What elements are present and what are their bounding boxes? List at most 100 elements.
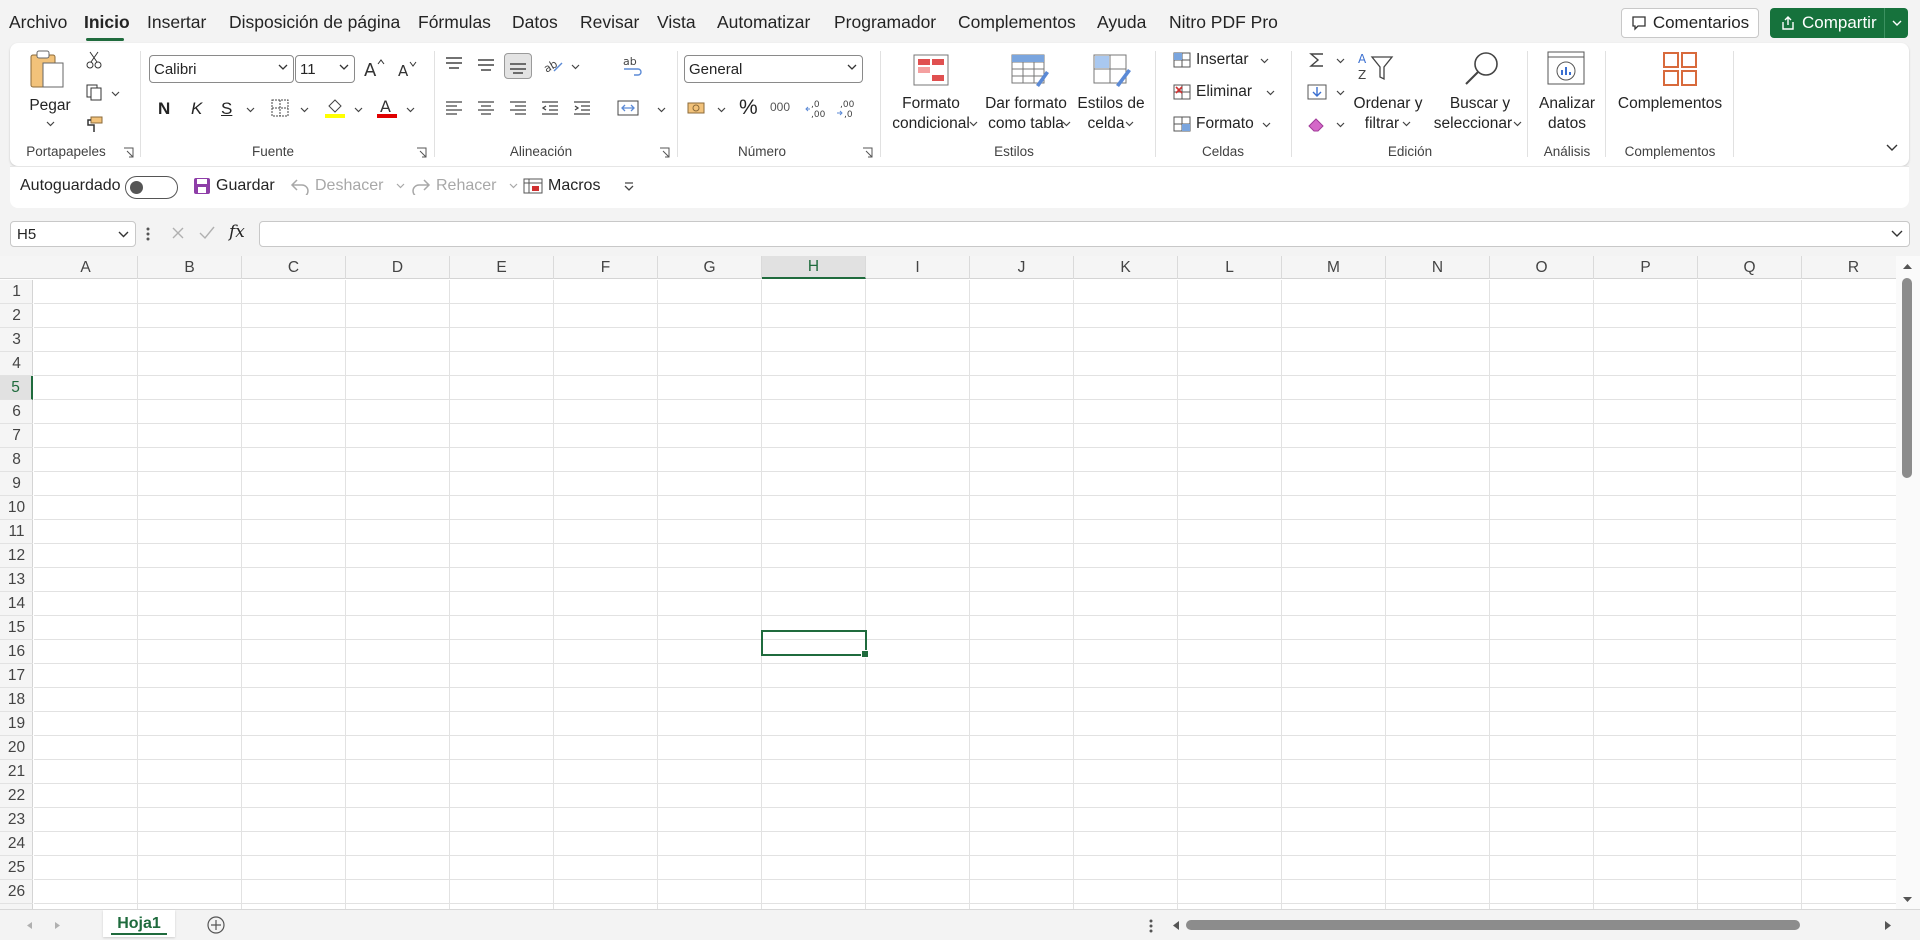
row-header[interactable]: 22 <box>0 784 33 808</box>
column-header[interactable]: H <box>762 256 866 279</box>
row-header[interactable]: 26 <box>0 880 33 904</box>
align-top-icon[interactable] <box>444 55 464 73</box>
chevron-down-icon[interactable] <box>1336 58 1345 64</box>
chevron-down-icon[interactable] <box>1336 90 1345 96</box>
conditional-format-line2[interactable]: condicional <box>892 114 970 133</box>
dialog-launcher-icon[interactable] <box>416 147 427 158</box>
chevron-down-icon[interactable] <box>1402 121 1411 127</box>
menu-archivo[interactable]: Archivo <box>9 12 67 33</box>
insert-function-button[interactable]: fx <box>229 222 245 242</box>
customize-qat-icon[interactable] <box>623 181 635 193</box>
row-header[interactable]: 8 <box>0 448 33 472</box>
menu-nitro[interactable]: Nitro PDF Pro <box>1169 12 1278 33</box>
column-header[interactable]: R <box>1802 256 1906 279</box>
row-header[interactable]: 23 <box>0 808 33 832</box>
chevron-down-icon[interactable] <box>246 107 255 113</box>
horizontal-scroll-thumb[interactable] <box>1186 920 1800 930</box>
thousands-button[interactable]: 000 <box>770 100 790 114</box>
row-header[interactable]: 19 <box>0 712 33 736</box>
formula-input[interactable] <box>259 221 1910 247</box>
merge-center-icon[interactable] <box>617 99 639 117</box>
chevron-down-icon[interactable] <box>717 107 726 113</box>
increase-decimal-icon[interactable]: ,0,00 <box>805 97 829 119</box>
addins-icon[interactable] <box>1661 50 1699 88</box>
menu-inicio[interactable]: Inicio <box>84 12 130 33</box>
column-header[interactable]: D <box>346 256 450 279</box>
row-header[interactable]: 5 <box>0 376 33 400</box>
scroll-up-icon[interactable] <box>1902 262 1913 270</box>
scroll-down-icon[interactable] <box>1902 896 1913 904</box>
column-header[interactable]: A <box>34 256 138 279</box>
share-button[interactable]: Compartir <box>1770 8 1908 38</box>
analyze-data-icon[interactable] <box>1545 49 1587 89</box>
chevron-down-icon[interactable] <box>1513 121 1522 127</box>
row-header[interactable]: 16 <box>0 640 33 664</box>
copy-icon[interactable] <box>85 83 103 101</box>
font-color-icon[interactable]: A <box>376 97 398 119</box>
chevron-down-icon[interactable] <box>1266 90 1275 96</box>
wrap-text-icon[interactable]: ab <box>621 55 643 77</box>
cancel-entry-icon[interactable] <box>170 225 186 241</box>
increase-indent-icon[interactable] <box>572 99 592 117</box>
row-header[interactable]: 2 <box>0 304 33 328</box>
macros-button[interactable]: Macros <box>523 177 600 195</box>
decrease-font-icon[interactable]: A <box>397 60 417 78</box>
chevron-down-icon[interactable] <box>111 91 120 97</box>
sort-filter-icon[interactable]: AZ <box>1356 51 1396 87</box>
align-right-icon[interactable] <box>508 99 528 117</box>
format-cells-icon[interactable] <box>1172 115 1192 133</box>
scroll-left-icon[interactable] <box>1172 920 1180 931</box>
column-header[interactable]: M <box>1282 256 1386 279</box>
bold-button[interactable]: N <box>158 99 170 119</box>
row-header[interactable]: 21 <box>0 760 33 784</box>
save-button[interactable]: Guardar <box>193 177 275 195</box>
chevron-down-icon[interactable] <box>1125 121 1134 127</box>
row-header[interactable]: 24 <box>0 832 33 856</box>
increase-font-icon[interactable]: A <box>363 58 385 78</box>
align-bottom-button[interactable] <box>504 53 532 79</box>
cell-styles-line2[interactable]: celda <box>1087 114 1124 133</box>
next-sheet-icon[interactable] <box>54 921 61 930</box>
row-header[interactable]: 10 <box>0 496 33 520</box>
sort-filter-line2[interactable]: filtrar <box>1365 114 1399 133</box>
column-header[interactable]: P <box>1594 256 1698 279</box>
cell-area[interactable] <box>34 280 1896 909</box>
horizontal-scrollbar[interactable] <box>1170 915 1896 935</box>
chevron-down-icon[interactable] <box>969 121 978 127</box>
column-header[interactable]: I <box>866 256 970 279</box>
row-header[interactable]: 7 <box>0 424 33 448</box>
autosave-toggle[interactable] <box>125 176 178 199</box>
insert-cells-icon[interactable] <box>1172 51 1192 69</box>
chevron-down-icon[interactable] <box>1262 122 1271 128</box>
percent-button[interactable]: % <box>739 96 758 120</box>
decrease-indent-icon[interactable] <box>540 99 560 117</box>
menu-formulas[interactable]: Fórmulas <box>418 12 491 33</box>
comments-button[interactable]: Comentarios <box>1621 8 1759 38</box>
chevron-down-icon[interactable] <box>300 107 309 113</box>
scroll-right-icon[interactable] <box>1884 920 1892 931</box>
sheet-bar-options-icon[interactable] <box>1148 918 1154 934</box>
menu-vista[interactable]: Vista <box>657 12 696 33</box>
vertical-scroll-thumb[interactable] <box>1902 278 1912 478</box>
chevron-down-icon[interactable] <box>1260 58 1269 64</box>
cut-icon[interactable] <box>85 51 103 69</box>
italic-button[interactable]: K <box>191 99 202 119</box>
accounting-format-icon[interactable] <box>686 99 708 119</box>
more-options-icon[interactable] <box>145 225 151 243</box>
delete-cells-icon[interactable] <box>1172 83 1192 101</box>
conditional-format-icon[interactable] <box>912 53 950 87</box>
chevron-down-icon[interactable] <box>1336 122 1345 128</box>
column-header[interactable]: J <box>970 256 1074 279</box>
menu-complementos[interactable]: Complementos <box>958 12 1076 33</box>
chevron-down-icon[interactable] <box>46 121 55 127</box>
borders-icon[interactable] <box>270 98 290 118</box>
dialog-launcher-icon[interactable] <box>862 147 873 158</box>
row-header[interactable]: 6 <box>0 400 33 424</box>
align-left-icon[interactable] <box>444 99 464 117</box>
format-as-table-icon[interactable] <box>1010 53 1050 89</box>
row-header[interactable]: 3 <box>0 328 33 352</box>
format-as-table-line2[interactable]: como tabla <box>988 114 1064 133</box>
column-header[interactable]: O <box>1490 256 1594 279</box>
collapse-ribbon-icon[interactable] <box>1886 144 1898 152</box>
orientation-icon[interactable]: ab <box>542 55 564 75</box>
